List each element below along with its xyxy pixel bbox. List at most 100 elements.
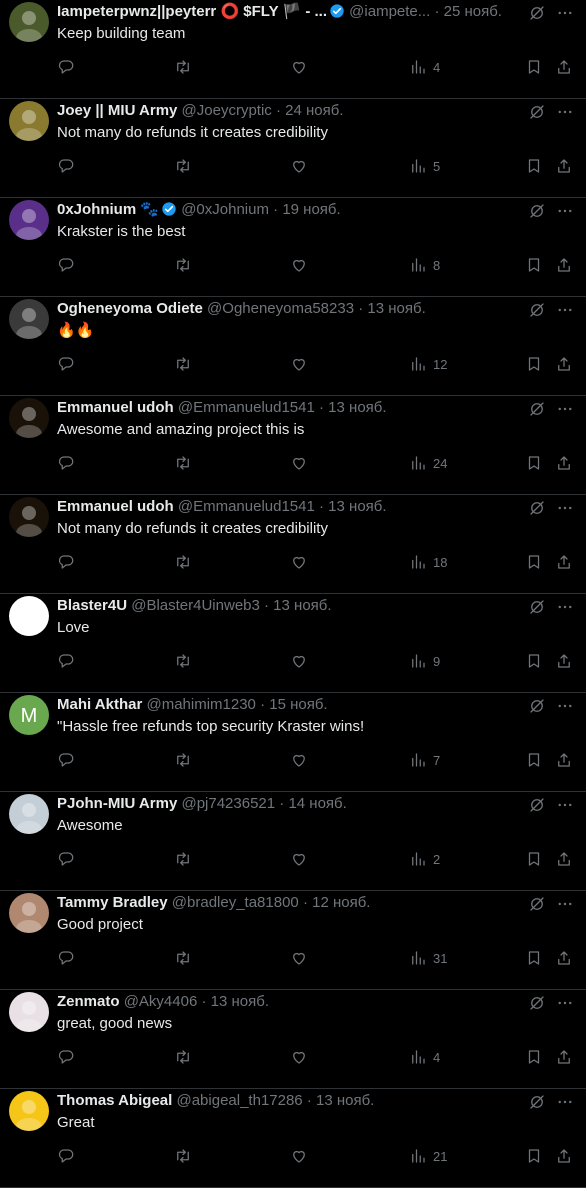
avatar[interactable] bbox=[9, 794, 49, 834]
views-icon[interactable]: 9 bbox=[409, 651, 440, 671]
retweet-icon[interactable] bbox=[174, 849, 192, 869]
avatar[interactable] bbox=[9, 101, 49, 141]
reply-item[interactable]: Ogheneyoma Odiete @Ogheneyoma58233 · 13 … bbox=[0, 297, 586, 396]
more-icon[interactable] bbox=[556, 598, 574, 616]
share-icon[interactable] bbox=[555, 354, 573, 374]
reply-icon[interactable] bbox=[57, 1146, 75, 1166]
grok-icon[interactable] bbox=[528, 598, 546, 616]
reply-item[interactable]: Tammy Bradley @bradley_ta81800 · 12 нояб… bbox=[0, 891, 586, 990]
like-icon[interactable] bbox=[290, 750, 308, 770]
views-icon[interactable]: 2 bbox=[409, 849, 440, 869]
reply-icon[interactable] bbox=[57, 156, 75, 176]
reply-icon[interactable] bbox=[57, 255, 75, 275]
avatar[interactable] bbox=[9, 893, 49, 933]
reply-icon[interactable] bbox=[57, 1047, 75, 1067]
more-icon[interactable] bbox=[556, 202, 574, 220]
post-date[interactable]: · 13 нояб. bbox=[358, 300, 426, 317]
reply-item[interactable]: 0xJohnium 🐾 @0xJohnium · 19 нояб. Krakste… bbox=[0, 198, 586, 297]
reply-icon[interactable] bbox=[57, 354, 75, 374]
post-date[interactable]: · 13 нояб. bbox=[307, 1092, 375, 1109]
bookmark-icon[interactable] bbox=[525, 552, 543, 572]
reply-item[interactable]: Joey || MIU Army @Joeycryptic · 24 нояб.… bbox=[0, 99, 586, 198]
more-icon[interactable] bbox=[556, 1093, 574, 1111]
author-handle[interactable]: @abigeal_th17286 bbox=[176, 1092, 302, 1109]
reply-icon[interactable] bbox=[57, 750, 75, 770]
reply-icon[interactable] bbox=[57, 948, 75, 968]
views-icon[interactable]: 31 bbox=[409, 948, 447, 968]
reply-item[interactable]: Zenmato @Aky4406 · 13 нояб. great, good n… bbox=[0, 990, 586, 1089]
share-icon[interactable] bbox=[555, 1047, 573, 1067]
post-date[interactable]: · 15 нояб. bbox=[260, 696, 328, 713]
share-icon[interactable] bbox=[555, 255, 573, 275]
avatar[interactable] bbox=[9, 200, 49, 240]
post-date[interactable]: · 13 нояб. bbox=[201, 993, 269, 1010]
bookmark-icon[interactable] bbox=[525, 255, 543, 275]
bookmark-icon[interactable] bbox=[525, 354, 543, 374]
author-name[interactable]: Thomas Abigeal bbox=[57, 1092, 172, 1109]
post-date[interactable]: · 12 нояб. bbox=[303, 894, 371, 911]
share-icon[interactable] bbox=[555, 156, 573, 176]
reply-icon[interactable] bbox=[57, 453, 75, 473]
bookmark-icon[interactable] bbox=[525, 948, 543, 968]
post-date[interactable]: · 13 нояб. bbox=[264, 597, 332, 614]
share-icon[interactable] bbox=[555, 453, 573, 473]
reply-item[interactable]: Iampeterpwnz||peyterr ⭕ $FLY 🏴 - ... @ia… bbox=[0, 0, 586, 99]
like-icon[interactable] bbox=[290, 552, 308, 572]
post-date[interactable]: · 13 нояб. bbox=[319, 498, 387, 515]
more-icon[interactable] bbox=[556, 103, 574, 121]
avatar[interactable]: M bbox=[9, 695, 49, 735]
grok-icon[interactable] bbox=[528, 697, 546, 715]
retweet-icon[interactable] bbox=[174, 156, 192, 176]
reply-icon[interactable] bbox=[57, 651, 75, 671]
avatar[interactable] bbox=[9, 596, 49, 636]
retweet-icon[interactable] bbox=[174, 1047, 192, 1067]
like-icon[interactable] bbox=[290, 57, 308, 77]
avatar[interactable] bbox=[9, 992, 49, 1032]
share-icon[interactable] bbox=[555, 651, 573, 671]
post-date[interactable]: · 24 нояб. bbox=[276, 102, 344, 119]
grok-icon[interactable] bbox=[528, 301, 546, 319]
like-icon[interactable] bbox=[290, 1047, 308, 1067]
reply-icon[interactable] bbox=[57, 552, 75, 572]
like-icon[interactable] bbox=[290, 948, 308, 968]
views-icon[interactable]: 8 bbox=[409, 255, 440, 275]
like-icon[interactable] bbox=[290, 354, 308, 374]
bookmark-icon[interactable] bbox=[525, 1047, 543, 1067]
share-icon[interactable] bbox=[555, 57, 573, 77]
reply-item[interactable]: M Mahi Akthar @mahimim1230 · 15 нояб. "Has… bbox=[0, 693, 586, 792]
views-icon[interactable]: 18 bbox=[409, 552, 447, 572]
author-name[interactable]: Zenmato bbox=[57, 993, 120, 1010]
like-icon[interactable] bbox=[290, 156, 308, 176]
retweet-icon[interactable] bbox=[174, 948, 192, 968]
avatar[interactable] bbox=[9, 398, 49, 438]
retweet-icon[interactable] bbox=[174, 651, 192, 671]
retweet-icon[interactable] bbox=[174, 552, 192, 572]
share-icon[interactable] bbox=[555, 1146, 573, 1166]
post-date[interactable]: · 13 нояб. bbox=[319, 399, 387, 416]
author-name[interactable]: Joey || MIU Army bbox=[57, 102, 177, 119]
views-icon[interactable]: 7 bbox=[409, 750, 440, 770]
like-icon[interactable] bbox=[290, 255, 308, 275]
post-date[interactable]: · 25 нояб. bbox=[434, 3, 502, 20]
bookmark-icon[interactable] bbox=[525, 156, 543, 176]
retweet-icon[interactable] bbox=[174, 255, 192, 275]
retweet-icon[interactable] bbox=[174, 1146, 192, 1166]
grok-icon[interactable] bbox=[528, 499, 546, 517]
bookmark-icon[interactable] bbox=[525, 750, 543, 770]
author-handle[interactable]: @Blaster4Uinweb3 bbox=[131, 597, 260, 614]
views-icon[interactable]: 4 bbox=[409, 1047, 440, 1067]
reply-item[interactable]: Blaster4U @Blaster4Uinweb3 · 13 нояб. Lov… bbox=[0, 594, 586, 693]
like-icon[interactable] bbox=[290, 453, 308, 473]
author-handle[interactable]: @Emmanuelud1541 bbox=[178, 498, 315, 515]
post-date[interactable]: · 19 нояб. bbox=[273, 201, 341, 218]
author-name[interactable]: Mahi Akthar bbox=[57, 696, 142, 713]
views-icon[interactable]: 21 bbox=[409, 1146, 447, 1166]
author-handle[interactable]: @Emmanuelud1541 bbox=[178, 399, 315, 416]
share-icon[interactable] bbox=[555, 948, 573, 968]
reply-item[interactable]: Thomas Abigeal @abigeal_th17286 · 13 ноя… bbox=[0, 1089, 586, 1188]
author-handle[interactable]: @pj74236521 bbox=[181, 795, 275, 812]
grok-icon[interactable] bbox=[528, 400, 546, 418]
avatar[interactable] bbox=[9, 2, 49, 42]
like-icon[interactable] bbox=[290, 651, 308, 671]
share-icon[interactable] bbox=[555, 552, 573, 572]
